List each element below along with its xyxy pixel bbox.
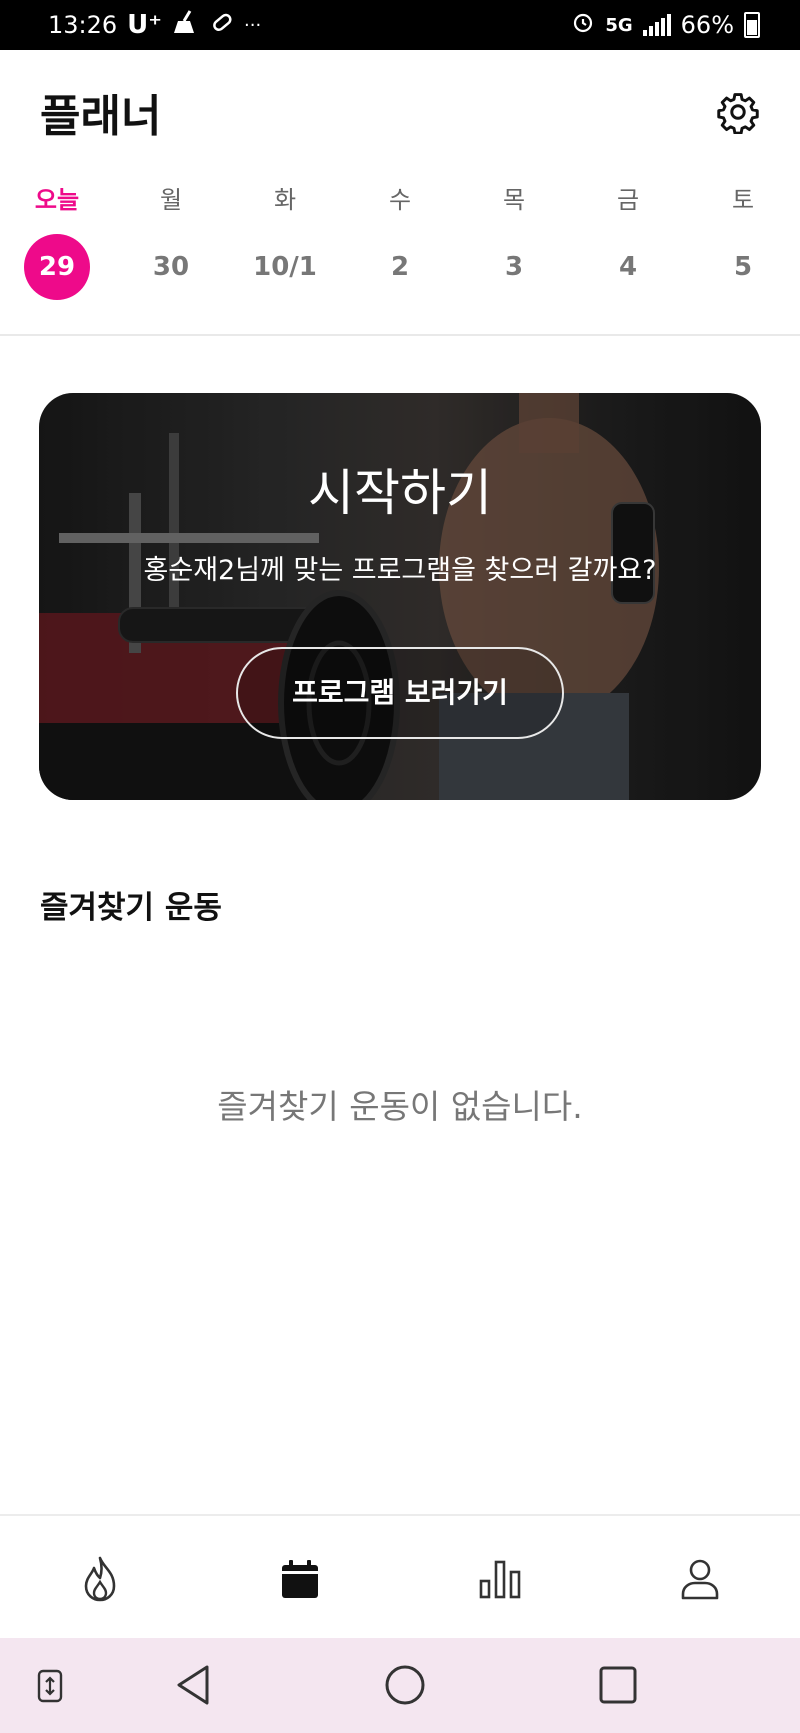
recents-icon	[599, 1666, 637, 1704]
carrier-label: U⁺	[127, 10, 163, 40]
pill-icon	[210, 10, 234, 40]
flame-icon	[84, 1556, 116, 1602]
calendar-icon	[282, 1560, 318, 1598]
back-icon	[177, 1665, 209, 1705]
day-name: 목	[502, 186, 526, 214]
nav-stats[interactable]	[475, 1554, 525, 1604]
broom-icon	[172, 9, 200, 41]
recents-button[interactable]	[593, 1660, 643, 1710]
home-button[interactable]	[380, 1660, 430, 1710]
day-date: 30	[152, 252, 190, 282]
page-title: 플래너	[40, 91, 162, 142]
day-fri[interactable]: 금 4	[578, 182, 678, 300]
status-left: 13:26 U⁺ ···	[48, 9, 261, 41]
bar-chart-icon	[479, 1560, 521, 1599]
day-date: 2	[390, 252, 410, 282]
status-time: 13:26	[48, 11, 118, 39]
nav-planner[interactable]	[275, 1554, 325, 1604]
battery-level: 66%	[680, 11, 734, 39]
day-date: 5	[733, 252, 753, 282]
settings-button[interactable]	[710, 84, 766, 140]
day-today[interactable]: 오늘 29	[7, 182, 107, 300]
gear-icon	[717, 93, 759, 134]
day-tue[interactable]: 화 10/1	[235, 182, 335, 300]
day-name: 금	[616, 186, 640, 214]
day-name: 수	[388, 186, 412, 214]
day-sat[interactable]: 토 5	[693, 182, 793, 300]
day-date: 29	[24, 234, 90, 300]
signal-icon	[642, 14, 671, 36]
view-programs-button[interactable]: 프로그램 보러가기	[236, 647, 564, 739]
bottom-nav	[0, 1514, 800, 1638]
favorites-title: 즐겨찾기 운동	[40, 890, 222, 926]
banner-subtitle: 홍순재2님께 맞는 프로그램을 찾으러 갈까요?	[143, 555, 657, 586]
status-right: 5G 66%	[571, 10, 760, 40]
day-name: 화	[273, 186, 297, 214]
nav-workout[interactable]	[75, 1554, 125, 1604]
day-name: 토	[731, 186, 755, 214]
banner-title: 시작하기	[308, 464, 492, 522]
day-date: 10/1	[253, 252, 317, 282]
program-banner[interactable]: 시작하기 홍순재2님께 맞는 프로그램을 찾으러 갈까요? 프로그램 보러가기	[39, 393, 761, 800]
home-icon	[385, 1665, 425, 1705]
day-mon[interactable]: 월 30	[121, 182, 221, 300]
header: 플래너	[0, 50, 800, 168]
battery-icon	[744, 12, 760, 38]
profile-icon	[681, 1559, 719, 1600]
day-name: 오늘	[34, 186, 80, 214]
favorites-empty-message: 즐겨찾기 운동이 없습니다.	[217, 1087, 583, 1126]
network-label: 5G	[605, 14, 633, 36]
day-thu[interactable]: 목 3	[464, 182, 564, 300]
week-strip: 오늘 29 월 30 화 10/1 수 2 목 3 금 4 토 5	[0, 168, 800, 336]
status-bar: 13:26 U⁺ ··· 5G 66%	[0, 0, 800, 50]
system-nav-bar	[0, 1638, 800, 1733]
day-date: 4	[618, 252, 638, 282]
alarm-icon	[571, 10, 595, 40]
rotate-icon	[37, 1669, 63, 1703]
more-icon: ···	[244, 14, 262, 36]
back-button[interactable]	[168, 1660, 218, 1710]
rotate-button[interactable]	[30, 1666, 70, 1706]
day-date: 3	[504, 252, 524, 282]
day-name: 월	[159, 186, 183, 214]
nav-profile[interactable]	[675, 1554, 725, 1604]
day-wed[interactable]: 수 2	[350, 182, 450, 300]
